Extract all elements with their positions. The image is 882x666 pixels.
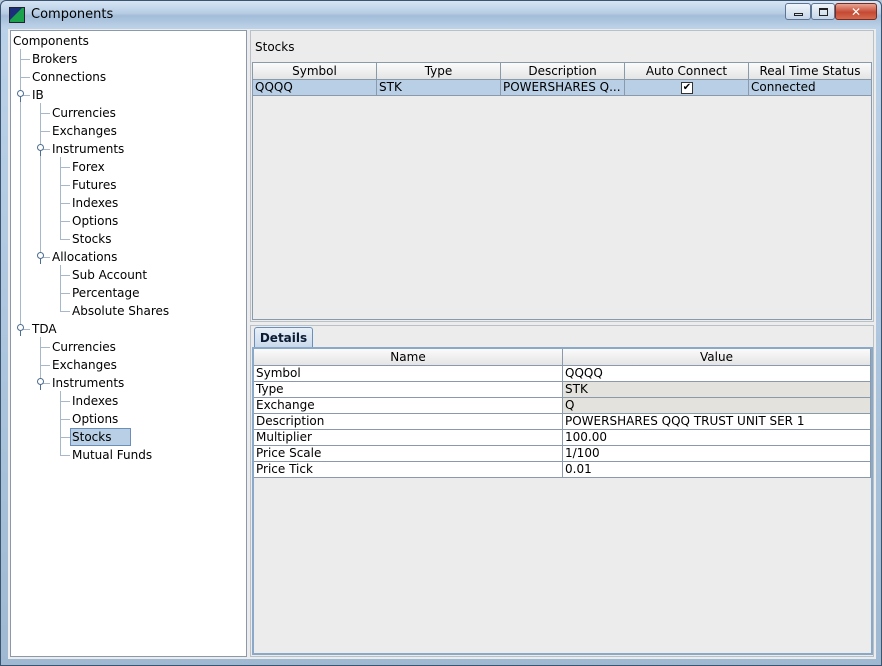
table-row[interactable]: Multiplier 100.00	[254, 430, 871, 446]
cell-status[interactable]: Connected	[749, 80, 872, 96]
ib-instruments-expander-icon[interactable]	[37, 144, 44, 151]
col-header-type[interactable]: Type	[377, 63, 501, 80]
cell-auto-connect[interactable]: ✔	[625, 80, 749, 96]
tree-node-allocations[interactable]: Allocations	[51, 248, 118, 266]
col-header-value[interactable]: Value	[563, 349, 871, 366]
tda-expander-icon[interactable]	[17, 324, 24, 331]
tree-node-components[interactable]: Components	[12, 32, 90, 50]
auto-connect-checkbox[interactable]: ✔	[681, 82, 693, 94]
col-header-description[interactable]: Description	[501, 63, 625, 80]
col-header-name[interactable]: Name	[254, 349, 563, 366]
col-header-auto-connect[interactable]: Auto Connect	[625, 63, 749, 80]
tree-node-tda-instruments[interactable]: Instruments	[51, 374, 125, 392]
tree-node-connections[interactable]: Connections	[31, 68, 107, 86]
cell-symbol[interactable]: QQQQ	[253, 80, 377, 96]
details-tab-panel: Name Value Symbol QQQQ Type STK Exchange…	[252, 347, 873, 655]
property-name: Symbol	[254, 366, 563, 382]
cell-description[interactable]: POWERSHARES Q...	[501, 80, 625, 96]
table-row[interactable]: Symbol QQQQ	[254, 366, 871, 382]
col-header-real-time-status[interactable]: Real Time Status	[749, 63, 872, 80]
property-name: Description	[254, 414, 563, 430]
tree-node-percentage[interactable]: Percentage	[71, 284, 141, 302]
tree-node-sub-account[interactable]: Sub Account	[71, 266, 148, 284]
property-value-multiplier[interactable]: 100.00	[563, 430, 871, 446]
tree-node-absolute-shares[interactable]: Absolute Shares	[71, 302, 170, 320]
property-name: Exchange	[254, 398, 563, 414]
property-value-price-scale[interactable]: 1/100	[563, 446, 871, 462]
table-row[interactable]: Price Tick 0.01	[254, 462, 871, 478]
ib-expander-icon[interactable]	[17, 90, 24, 97]
cell-type[interactable]: STK	[377, 80, 501, 96]
tree-node-mutual-funds[interactable]: Mutual Funds	[71, 446, 153, 464]
component-tree[interactable]: Components Brokers Connections IB Curren…	[10, 30, 247, 657]
tree-node-tda-indexes[interactable]: Indexes	[71, 392, 119, 410]
stocks-panel-title: Stocks	[255, 40, 295, 54]
property-name: Price Scale	[254, 446, 563, 462]
tree-node-ib-stocks[interactable]: Stocks	[71, 230, 112, 248]
close-button[interactable]: ✕	[835, 3, 877, 20]
table-row[interactable]: Type STK	[254, 382, 871, 398]
tab-details[interactable]: Details	[254, 327, 313, 348]
col-header-symbol[interactable]: Symbol	[253, 63, 377, 80]
allocations-expander-icon[interactable]	[37, 252, 44, 259]
tree-node-tda-exchanges[interactable]: Exchanges	[51, 356, 118, 374]
tree-node-ib-exchanges[interactable]: Exchanges	[51, 122, 118, 140]
tree-node-ib-instruments[interactable]: Instruments	[51, 140, 125, 158]
tree-node-tda-currencies[interactable]: Currencies	[51, 338, 117, 356]
minimize-icon	[793, 13, 803, 16]
property-name: Price Tick	[254, 462, 563, 478]
tree-node-ib-forex[interactable]: Forex	[71, 158, 106, 176]
property-value-price-tick[interactable]: 0.01	[563, 462, 871, 478]
table-row[interactable]: Price Scale 1/100	[254, 446, 871, 462]
tda-instruments-expander-icon[interactable]	[37, 378, 44, 385]
property-name: Multiplier	[254, 430, 563, 446]
details-panel: Details Name Value Symbol QQQQ Type STK …	[250, 325, 874, 657]
title-bar[interactable]: Components ✕	[1, 1, 881, 28]
property-value-exchange: Q	[563, 398, 871, 414]
stocks-grid[interactable]: Symbol Type Description Auto Connect Rea…	[252, 62, 872, 320]
components-window: Components ✕ Components Brokers Connecti…	[0, 0, 882, 666]
property-name: Type	[254, 382, 563, 398]
tree-node-tda-stocks[interactable]: Stocks	[70, 428, 131, 446]
maximize-icon	[818, 7, 828, 16]
minimize-button[interactable]	[785, 3, 811, 20]
window-title: Components	[31, 7, 114, 22]
table-row[interactable]: Description POWERSHARES QQQ TRUST UNIT S…	[254, 414, 871, 430]
tree-node-brokers[interactable]: Brokers	[31, 50, 78, 68]
close-icon: ✕	[850, 4, 862, 19]
app-icon	[9, 7, 25, 23]
table-row[interactable]: Exchange Q	[254, 398, 871, 414]
tree-node-ib-currencies[interactable]: Currencies	[51, 104, 117, 122]
maximize-button[interactable]	[811, 3, 835, 20]
table-row[interactable]: QQQQ STK POWERSHARES Q... ✔ Connected	[253, 80, 872, 96]
tree-node-tda-options[interactable]: Options	[71, 410, 119, 428]
property-value-symbol[interactable]: QQQQ	[563, 366, 871, 382]
tree-node-ib[interactable]: IB	[31, 86, 45, 104]
tree-node-tda[interactable]: TDA	[31, 320, 58, 338]
window-client-area: Components Brokers Connections IB Curren…	[8, 29, 876, 659]
tree-node-ib-indexes[interactable]: Indexes	[71, 194, 119, 212]
stocks-panel: Stocks Symbol Type Description Auto Conn…	[250, 30, 874, 322]
tree-node-ib-options[interactable]: Options	[71, 212, 119, 230]
tree-node-ib-futures[interactable]: Futures	[71, 176, 117, 194]
property-value-type: STK	[563, 382, 871, 398]
property-value-description[interactable]: POWERSHARES QQQ TRUST UNIT SER 1	[563, 414, 871, 430]
